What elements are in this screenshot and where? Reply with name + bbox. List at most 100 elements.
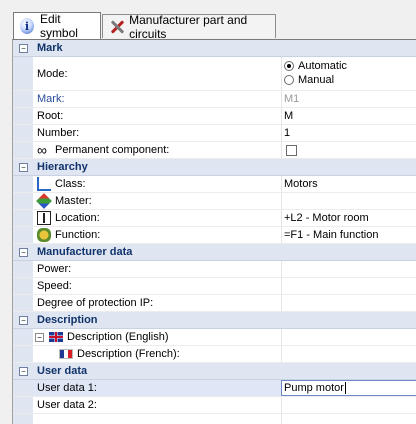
section-hierarchy[interactable]: − Hierarchy — [13, 159, 416, 176]
row-power[interactable]: Power: — [13, 261, 416, 278]
tab-label: Manufacturer part and circuits — [129, 12, 248, 41]
row-user-data-1[interactable]: User data 1: Pump motor — [13, 380, 416, 397]
radio-automatic[interactable]: Automatic — [284, 59, 416, 73]
row-gutter — [13, 329, 33, 345]
section-title: User data — [37, 365, 88, 377]
radio-label: Manual — [298, 74, 335, 86]
section-user-data[interactable]: − User data — [13, 363, 416, 380]
collapse-icon[interactable]: − — [19, 316, 28, 325]
description-french-value[interactable] — [281, 346, 416, 362]
function-icon — [37, 228, 51, 242]
row-permanent[interactable]: ∞ Permanent component: — [13, 142, 416, 159]
master-label: Master: — [55, 195, 92, 207]
row-description-french[interactable]: Description (French): — [13, 346, 416, 363]
row-function[interactable]: Function: =F1 - Main function — [13, 227, 416, 244]
radio-unselected-icon[interactable] — [284, 75, 294, 85]
row-master[interactable]: Master: — [13, 193, 416, 210]
power-value[interactable] — [281, 261, 416, 277]
row-gutter — [13, 397, 33, 413]
function-value[interactable]: =F1 - Main function — [281, 227, 416, 243]
row-location[interactable]: Location: +L2 - Motor room — [13, 210, 416, 227]
mode-label: Mode: — [37, 67, 68, 80]
row-mark[interactable]: Mark: M1 — [13, 91, 416, 108]
tab-manufacturer-part[interactable]: Manufacturer part and circuits — [102, 12, 276, 41]
row-number[interactable]: Number: 1 — [13, 125, 416, 142]
row-speed[interactable]: Speed: — [13, 278, 416, 295]
user-data-1-label: User data 1: — [37, 382, 97, 394]
section-title: Hierarchy — [37, 161, 88, 173]
location-label: Location: — [55, 212, 100, 224]
radio-selected-icon[interactable] — [284, 61, 294, 71]
row-class[interactable]: Class: Motors — [13, 176, 416, 193]
master-value[interactable] — [281, 193, 416, 209]
location-icon — [37, 211, 51, 225]
mark-value[interactable]: M1 — [281, 91, 416, 107]
row-gutter — [13, 227, 33, 243]
row-gutter — [13, 176, 33, 192]
permanent-value — [281, 142, 416, 158]
user-data-1-input[interactable]: Pump motor — [281, 380, 416, 396]
radio-label: Automatic — [298, 60, 347, 72]
row-user-data-2[interactable]: User data 2: — [13, 397, 416, 414]
infinity-icon: ∞ — [37, 142, 47, 158]
row-gutter — [13, 278, 33, 294]
ip-value[interactable] — [281, 295, 416, 311]
function-label-group: Function: — [37, 228, 100, 242]
class-tree-icon — [37, 177, 51, 191]
tools-icon — [109, 19, 123, 35]
location-value[interactable]: +L2 - Motor room — [281, 210, 416, 226]
mark-label: Mark: — [37, 93, 65, 105]
number-label: Number: — [37, 127, 80, 139]
row-gutter — [13, 57, 33, 90]
radio-manual[interactable]: Manual — [284, 73, 416, 87]
function-label: Function: — [55, 229, 101, 241]
class-label-group: Class: — [37, 177, 86, 191]
description-french-label: Description (French): — [77, 348, 180, 360]
user-data-1-value: Pump motor — [284, 382, 344, 394]
row-gutter — [13, 210, 33, 226]
section-manufacturer-data[interactable]: − Manufacturer data — [13, 244, 416, 261]
description-english-group: Description (English) — [49, 331, 168, 343]
speed-value[interactable] — [281, 278, 416, 294]
collapse-icon[interactable]: − — [35, 333, 44, 342]
tab-edit-symbol[interactable]: i Edit symbol — [13, 12, 101, 40]
row-mode: Mode: Automatic Manual — [13, 57, 416, 91]
permanent-checkbox[interactable] — [286, 144, 297, 156]
permanent-label: Permanent component: — [55, 144, 170, 156]
collapse-icon[interactable]: − — [19, 44, 28, 53]
mode-radio-group: Automatic Manual — [281, 57, 416, 90]
collapse-icon[interactable]: − — [19, 367, 28, 376]
user-data-2-value[interactable] — [281, 397, 416, 413]
tab-label: Edit symbol — [39, 12, 78, 40]
row-ip[interactable]: Degree of protection IP: — [13, 295, 416, 312]
info-icon: i — [20, 18, 34, 34]
row-root[interactable]: Root: M — [13, 108, 416, 125]
permanent-label-group: ∞ Permanent component: — [37, 143, 169, 157]
empty-value — [281, 414, 416, 424]
row-gutter — [13, 414, 33, 424]
description-french-group: Description (French): — [59, 348, 180, 360]
uk-flag-icon — [49, 332, 63, 342]
number-value[interactable]: 1 — [281, 125, 416, 141]
description-english-label: Description (English) — [67, 331, 169, 343]
collapse-icon[interactable]: − — [19, 163, 28, 172]
row-gutter — [13, 261, 33, 277]
speed-label: Speed: — [37, 280, 72, 292]
user-data-2-label: User data 2: — [37, 399, 97, 411]
section-mark[interactable]: − Mark — [13, 40, 416, 57]
power-label: Power: — [37, 263, 72, 275]
class-label: Class: — [55, 178, 86, 190]
row-empty — [13, 414, 416, 424]
text-caret — [344, 382, 346, 394]
root-value[interactable]: M — [281, 108, 416, 124]
row-gutter — [13, 108, 33, 124]
section-description[interactable]: − Description — [13, 312, 416, 329]
row-gutter — [13, 380, 33, 396]
class-value[interactable]: Motors — [281, 176, 416, 192]
description-english-value[interactable] — [281, 329, 416, 345]
row-gutter — [13, 142, 33, 158]
row-description-english[interactable]: − Description (English) — [13, 329, 416, 346]
collapse-icon[interactable]: − — [19, 248, 28, 257]
row-gutter — [13, 295, 33, 311]
section-title: Description — [37, 314, 98, 326]
